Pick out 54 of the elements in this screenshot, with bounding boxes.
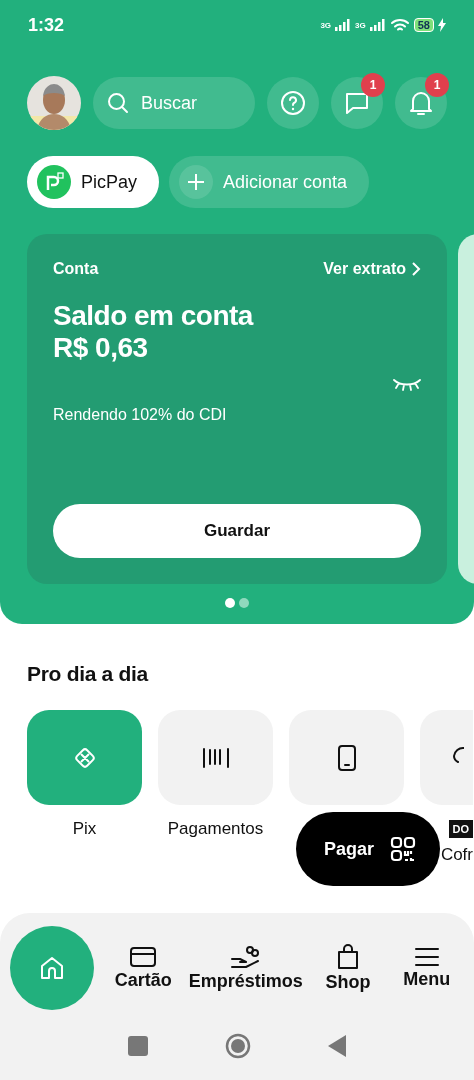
card-icon bbox=[129, 945, 158, 968]
bell-icon bbox=[409, 90, 433, 116]
help-icon bbox=[280, 90, 306, 116]
avatar[interactable] bbox=[27, 76, 81, 130]
menu-icon bbox=[413, 946, 440, 967]
help-button[interactable] bbox=[267, 77, 319, 129]
network-type: 3G bbox=[355, 20, 366, 30]
signal-icon bbox=[369, 19, 386, 31]
shortcut-tile[interactable] bbox=[289, 710, 404, 805]
closed-eye-icon[interactable] bbox=[393, 378, 421, 392]
shortcut-tile[interactable] bbox=[27, 710, 142, 805]
barcode-icon bbox=[201, 746, 230, 769]
wifi-icon bbox=[389, 17, 410, 33]
shortcut-label: Pagamentos bbox=[167, 819, 264, 839]
status-time: 1:32 bbox=[28, 14, 65, 36]
phone-icon bbox=[336, 743, 357, 772]
save-button[interactable]: Guardar bbox=[53, 504, 421, 558]
account-chip[interactable]: PicPay bbox=[27, 156, 160, 208]
battery-level: 58 bbox=[413, 18, 434, 32]
nav-tab[interactable]: Cartão bbox=[104, 945, 183, 991]
home-icon[interactable] bbox=[225, 1033, 251, 1059]
shortcut-label: Pix bbox=[72, 819, 97, 839]
section-title: Pro dia a dia bbox=[26, 661, 150, 686]
nav-tab[interactable]: Empréstimos bbox=[182, 944, 309, 992]
shortcut-label: Cofr bbox=[440, 845, 473, 865]
promo-tag: DO bbox=[448, 820, 473, 838]
plus-icon bbox=[187, 173, 206, 191]
hand-coins-icon bbox=[229, 944, 262, 969]
notification-badge: 1 bbox=[425, 73, 449, 97]
nav-tab[interactable]: Shop bbox=[308, 943, 388, 993]
balance-amount: R$ 0,63 bbox=[53, 332, 149, 364]
search-icon bbox=[107, 92, 129, 114]
recents-icon[interactable] bbox=[128, 1036, 149, 1056]
carousel-dot[interactable] bbox=[239, 598, 249, 608]
home-icon bbox=[39, 955, 65, 981]
charging-icon bbox=[438, 18, 446, 32]
network-type: 3G bbox=[320, 20, 332, 30]
pay-button[interactable]: Pagar bbox=[296, 812, 440, 886]
next-card[interactable] bbox=[458, 234, 474, 584]
chevron-icon bbox=[412, 262, 421, 276]
signal-icon bbox=[335, 19, 352, 31]
bag-icon bbox=[336, 943, 361, 970]
app-logo-icon bbox=[44, 172, 64, 192]
qr-code-icon bbox=[390, 836, 416, 862]
nav-tab[interactable]: Menu bbox=[387, 946, 466, 990]
notification-badge: 1 bbox=[361, 73, 385, 97]
back-icon[interactable] bbox=[327, 1035, 346, 1057]
shortcut-tile[interactable] bbox=[420, 710, 473, 805]
card-title: Conta bbox=[53, 260, 99, 278]
carousel-dot[interactable] bbox=[225, 598, 235, 608]
balance-label: Saldo em conta bbox=[53, 300, 255, 332]
yield-text: Rendendo 102% do CDI bbox=[53, 406, 228, 424]
chat-icon bbox=[345, 91, 369, 115]
shortcut-tile[interactable] bbox=[158, 710, 273, 805]
